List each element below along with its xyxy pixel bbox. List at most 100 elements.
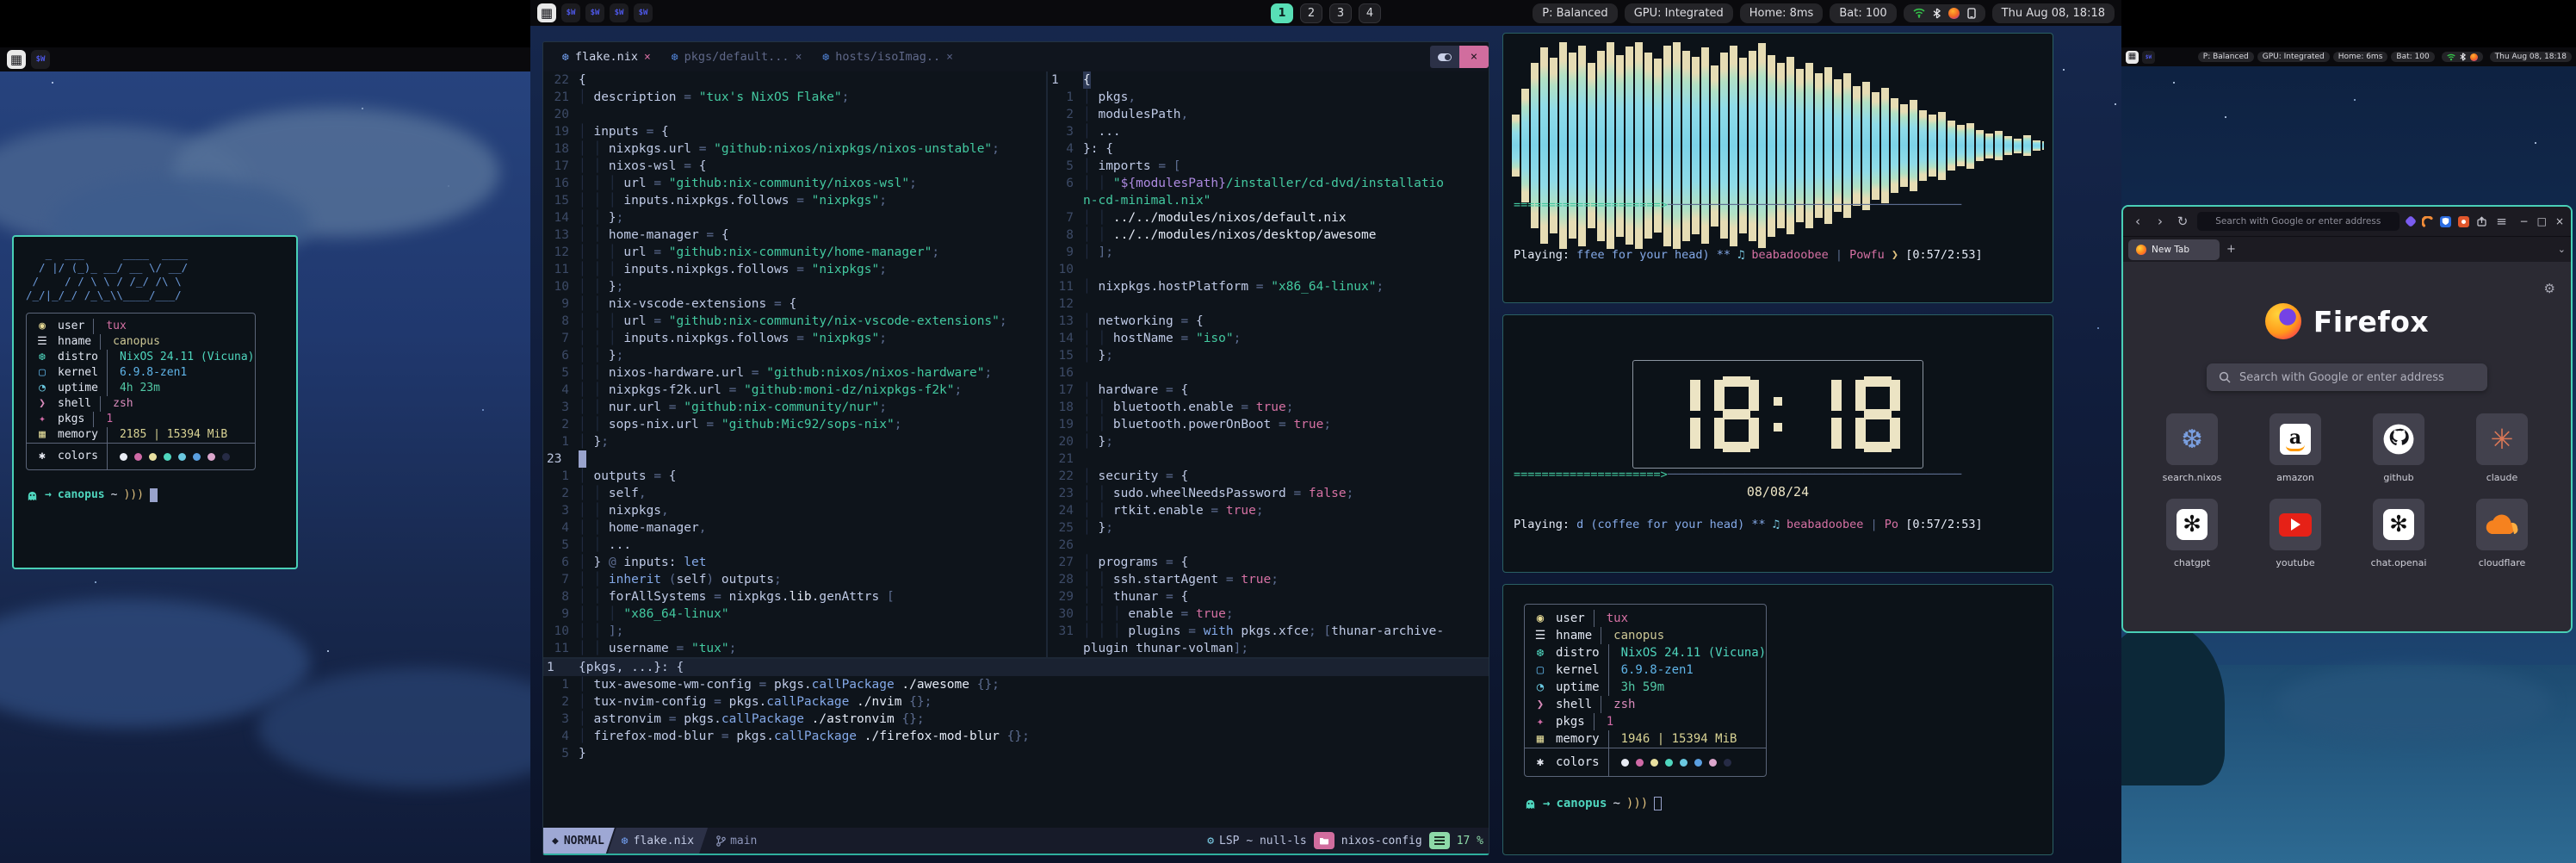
editor-tab-flake-nix[interactable]: ❆flake.nix×: [552, 42, 661, 71]
wifi-icon[interactable]: [1913, 8, 1925, 18]
shortcut-tile-amazon[interactable]: aamazon: [2258, 413, 2332, 483]
shell-prompt[interactable]: →canopus~))): [26, 487, 284, 503]
code-line: 16: [1048, 364, 1489, 382]
status-pill[interactable]: Bat: 100: [2391, 52, 2434, 62]
extension-icon-orange-arc[interactable]: [2422, 216, 2433, 227]
bluetooth-icon[interactable]: [2460, 53, 2466, 61]
newtab-search-bar[interactable]: Search with Google or enter address: [2207, 363, 2487, 391]
token: thunar-archive-: [1331, 623, 1444, 640]
terminal-fastfetch-right[interactable]: ◉usertux☰hnamecanopus❆distroNixOS 24.11 …: [1502, 584, 2053, 855]
token: {};: [977, 676, 1000, 693]
clock-pill[interactable]: Thu Aug 08, 18:18: [1992, 3, 2115, 23]
shortcut-tile-youtube[interactable]: youtube: [2258, 499, 2332, 568]
token: │: [1083, 244, 1098, 261]
workspace-4[interactable]: 4: [1359, 3, 1381, 23]
launcher-grid-icon[interactable]: ▦: [7, 50, 26, 69]
phone-icon[interactable]: [1967, 8, 1976, 19]
workspace-1[interactable]: 1: [1271, 3, 1293, 23]
token: │ │: [579, 485, 609, 502]
launcher-grid-icon[interactable]: ▦: [537, 3, 556, 22]
extension-icon-purple[interactable]: [2404, 215, 2416, 227]
tab-list-chevron[interactable]: ⌄: [2558, 244, 2566, 255]
token: =: [653, 313, 668, 330]
tag-icon[interactable]: $W: [610, 3, 629, 22]
wifi-icon[interactable]: [2447, 53, 2455, 61]
tag-icon[interactable]: $W: [634, 3, 653, 22]
buffer-pkgs-default-nix[interactable]: 1{pkgs, ...}: {1│ tux-awesome-wm-config …: [543, 659, 1489, 828]
token: ;: [879, 399, 887, 416]
token: outputs: [721, 571, 774, 588]
back-button[interactable]: ‹: [2130, 214, 2146, 229]
status-pill[interactable]: Home: 6ms: [2333, 52, 2388, 62]
shortcut-tile-github[interactable]: github: [2362, 413, 2436, 483]
toggle-icon: [1438, 53, 1452, 61]
bluetooth-icon[interactable]: [1933, 8, 1941, 19]
status-pill[interactable]: Home: 8ms: [1740, 3, 1824, 23]
media-icon[interactable]: [1948, 8, 1960, 19]
tag-icon[interactable]: $W: [585, 3, 604, 22]
code-line: 6│ } @ inputs: let: [543, 554, 1046, 571]
shortcut-tile-chat-openai[interactable]: ✻chat.openai: [2362, 499, 2436, 568]
firefox-window[interactable]: ‹ › ↻ Search with Google or enter addres…: [2121, 205, 2573, 633]
gear-icon[interactable]: ⚙: [2544, 281, 2555, 296]
code-line: 14│ │ };: [543, 209, 1046, 227]
token: ;: [1226, 605, 1234, 623]
editor-tab-hosts-isoImag-[interactable]: ❆hosts/isoImag..×: [812, 42, 963, 71]
token: │ │ │: [579, 244, 623, 261]
status-pill[interactable]: Bat: 100: [1830, 3, 1896, 23]
terminal-clock[interactable]: 08/08/24 =====================>─────────…: [1502, 314, 2053, 573]
maximize-button[interactable]: □: [2537, 215, 2547, 227]
line-number: [1048, 640, 1074, 657]
shortcut-tile-claude[interactable]: ✳claude: [2465, 413, 2539, 483]
tab-new-tab[interactable]: New Tab: [2128, 239, 2220, 260]
tag-icon[interactable]: $W: [561, 3, 580, 22]
titlebar-close-button[interactable]: ×: [1459, 46, 1489, 68]
tile-box: ✻: [2373, 499, 2424, 550]
workspace-2[interactable]: 2: [1300, 3, 1322, 23]
wm-bar-center: ▦ $W $W $W $W 1234 P: Balanced GPU: Integrat…: [530, 0, 2121, 26]
line-number: 23: [547, 450, 579, 468]
status-pill[interactable]: GPU: Integrated: [1625, 3, 1733, 23]
clock-pill[interactable]: Thu Aug 08, 18:18: [2490, 52, 2572, 62]
titlebar-toggle-button[interactable]: [1430, 46, 1459, 68]
status-pill[interactable]: GPU: Integrated: [2257, 52, 2330, 62]
terminal-cava[interactable]: =====================>──────────────────…: [1502, 33, 2053, 303]
close-icon[interactable]: ×: [796, 51, 802, 64]
tag-icon[interactable]: $W: [2142, 51, 2155, 64]
color-dot: [1665, 759, 1673, 767]
buffer-flake-nix[interactable]: 22{21│ description = "tux's NixOS Flake"…: [543, 71, 1046, 657]
color-dot: [1650, 759, 1658, 767]
status-pill[interactable]: P: Balanced: [1533, 3, 1617, 23]
close-icon[interactable]: ×: [644, 51, 651, 64]
forward-button[interactable]: ›: [2152, 214, 2168, 229]
media-icon[interactable]: [2470, 53, 2478, 61]
line-number: 29: [1048, 588, 1074, 605]
close-button[interactable]: ×: [2555, 215, 2564, 227]
minimize-button[interactable]: −: [2520, 215, 2529, 227]
line-number: 13: [543, 227, 569, 244]
token: │ │: [1083, 571, 1113, 588]
tag-icon[interactable]: $W: [31, 50, 50, 69]
shortcut-tile-search-nixos[interactable]: ❆search.nixos: [2155, 413, 2229, 483]
workspace-3[interactable]: 3: [1329, 3, 1352, 23]
share-icon[interactable]: [2476, 216, 2487, 227]
status-pill[interactable]: P: Balanced: [2198, 52, 2254, 62]
token: ────────────────────────────────────────…: [1668, 198, 1961, 212]
bitwarden-icon[interactable]: [2440, 216, 2451, 227]
new-tab-button[interactable]: +: [2226, 243, 2236, 256]
menu-hamburger-icon[interactable]: ≡: [2494, 214, 2510, 229]
terminal-fastfetch-left[interactable]: _ ___ ____ ____ / |/ (_)_ __/ __ \/ __/ …: [12, 235, 298, 569]
url-bar[interactable]: Search with Google or enter address: [2197, 212, 2400, 231]
editor-tab-pkgs-default-[interactable]: ❆pkgs/default...×: [661, 42, 813, 71]
close-icon[interactable]: ×: [946, 51, 953, 64]
shortcut-tile-cloudflare[interactable]: cloudflare: [2465, 499, 2539, 568]
shortcut-tile-chatgpt[interactable]: ✻chatgpt: [2155, 499, 2229, 568]
shell-prompt[interactable]: →canopus~))): [1524, 796, 2032, 811]
extension-icon-red[interactable]: [2458, 216, 2469, 227]
token: │ │: [1083, 416, 1113, 433]
reload-button[interactable]: ↻: [2175, 214, 2190, 229]
neovim-window[interactable]: ❆flake.nix×❆pkgs/default...×❆hosts/isoIm…: [542, 41, 1489, 855]
buffer-iso-nix[interactable]: 1{1│ pkgs,2│ modulesPath,3│ ...4}: {5│ i…: [1048, 71, 1489, 657]
launcher-grid-icon[interactable]: ▦: [2126, 51, 2139, 64]
memory-icon: ▦: [1533, 730, 1547, 748]
